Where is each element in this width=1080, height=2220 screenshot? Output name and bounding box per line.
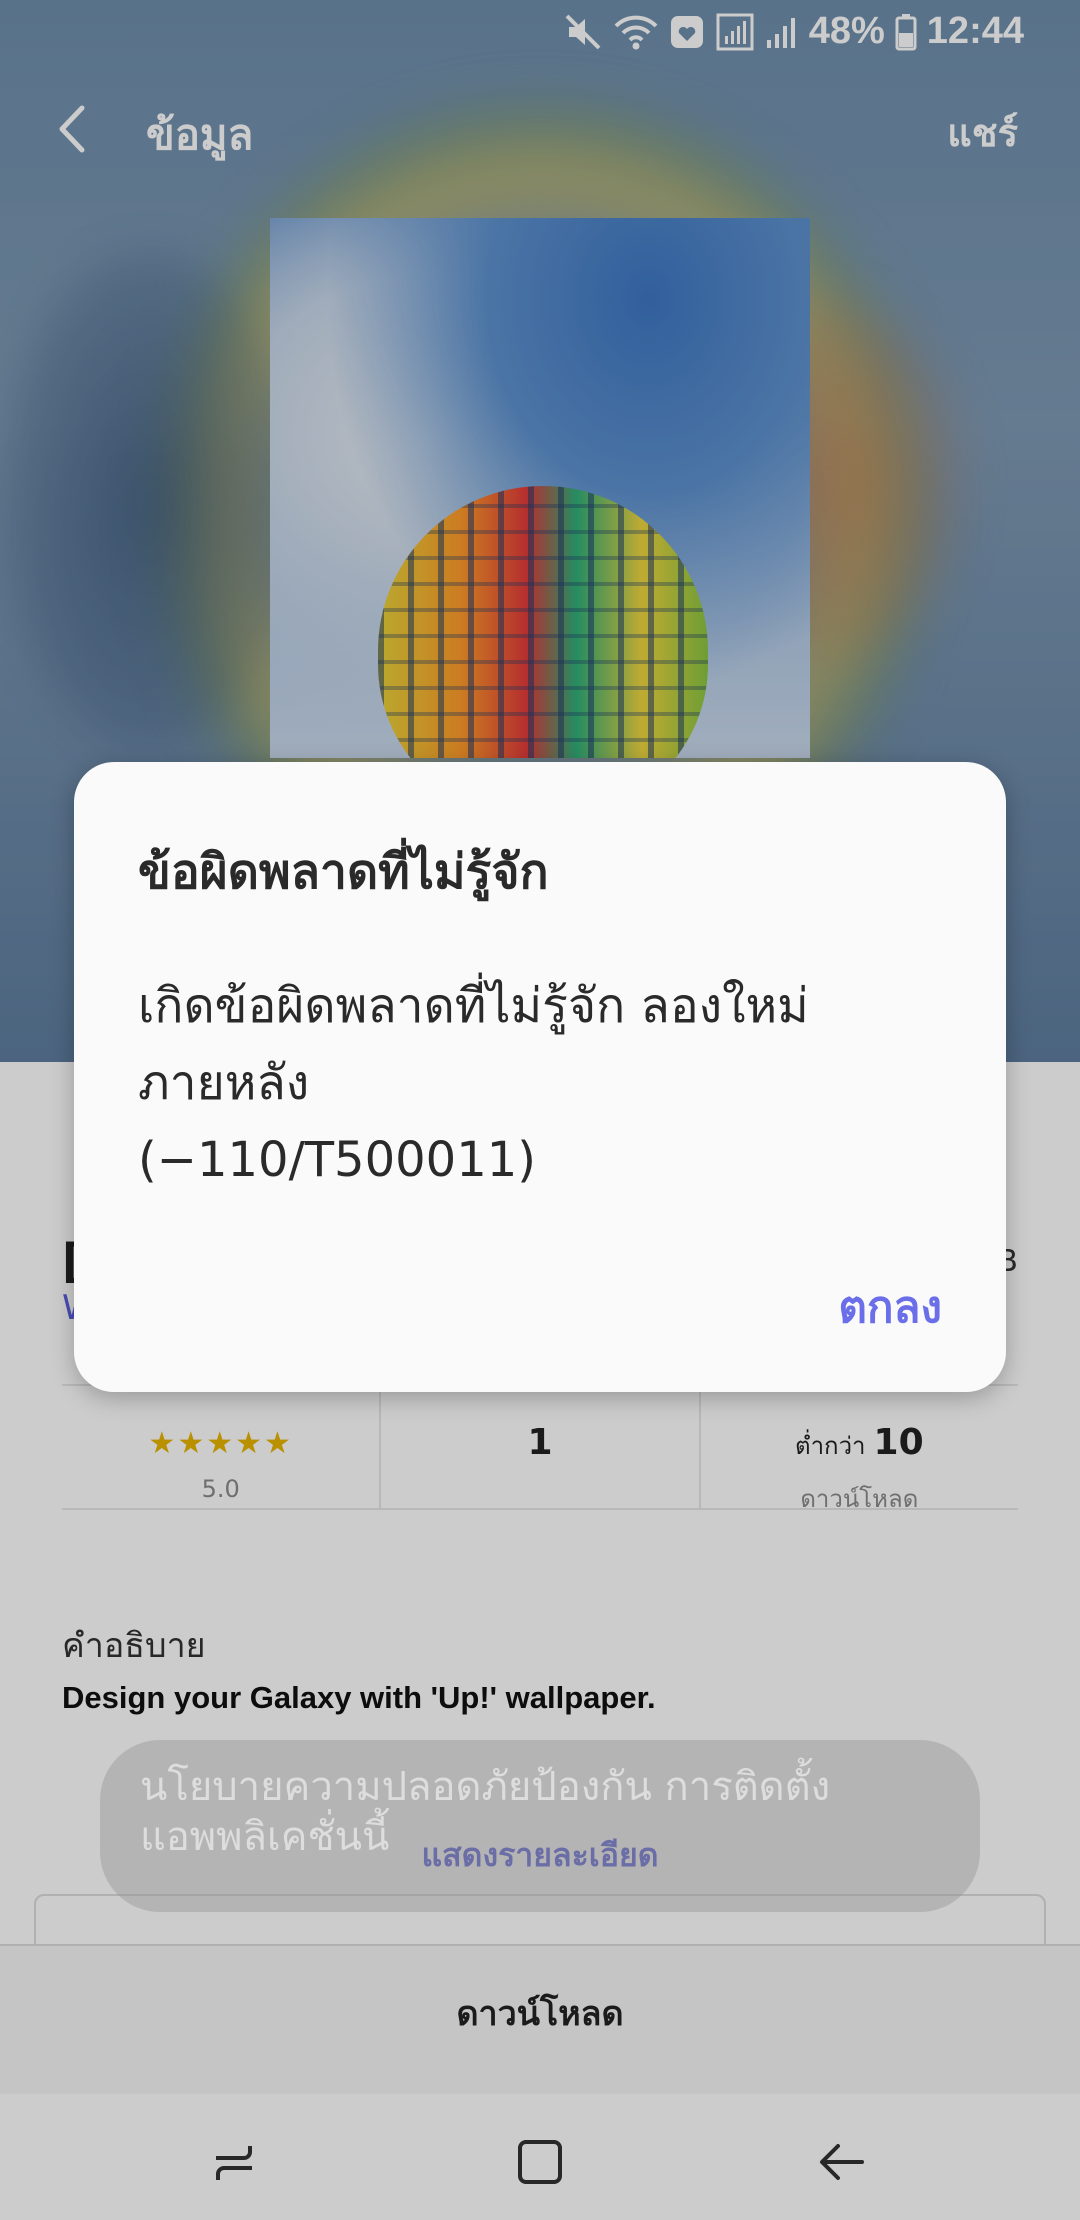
dialog-error-code: (−110/T500011) <box>138 1132 537 1188</box>
toast-message: นโยบายความปลอดภัยป้องกัน การติดตั้ง แอพพ… <box>100 1740 980 1912</box>
toast-line-2: แอพพลิเคชั่นนี้ <box>140 1814 390 1860</box>
dialog-message-line-2: ภายหลัง <box>138 1055 310 1111</box>
dialog-title: ข้อผิดพลาดที่ไม่รู้จัก <box>138 844 549 900</box>
toast-line-1: นโยบายความปลอดภัยป้องกัน การติดตั้ง <box>140 1764 831 1810</box>
toast-text: นโยบายความปลอดภัยป้องกัน การติดตั้ง แอพพ… <box>140 1762 940 1862</box>
dialog-message: เกิดข้อผิดพลาดที่ไม่รู้จัก ลองใหม่ ภายหล… <box>138 968 958 1199</box>
ok-button[interactable]: ตกลง <box>838 1272 942 1342</box>
error-dialog: ข้อผิดพลาดที่ไม่รู้จัก เกิดข้อผิดพลาดที่… <box>74 762 1006 1392</box>
dialog-message-line-1: เกิดข้อผิดพลาดที่ไม่รู้จัก ลองใหม่ <box>138 978 809 1034</box>
